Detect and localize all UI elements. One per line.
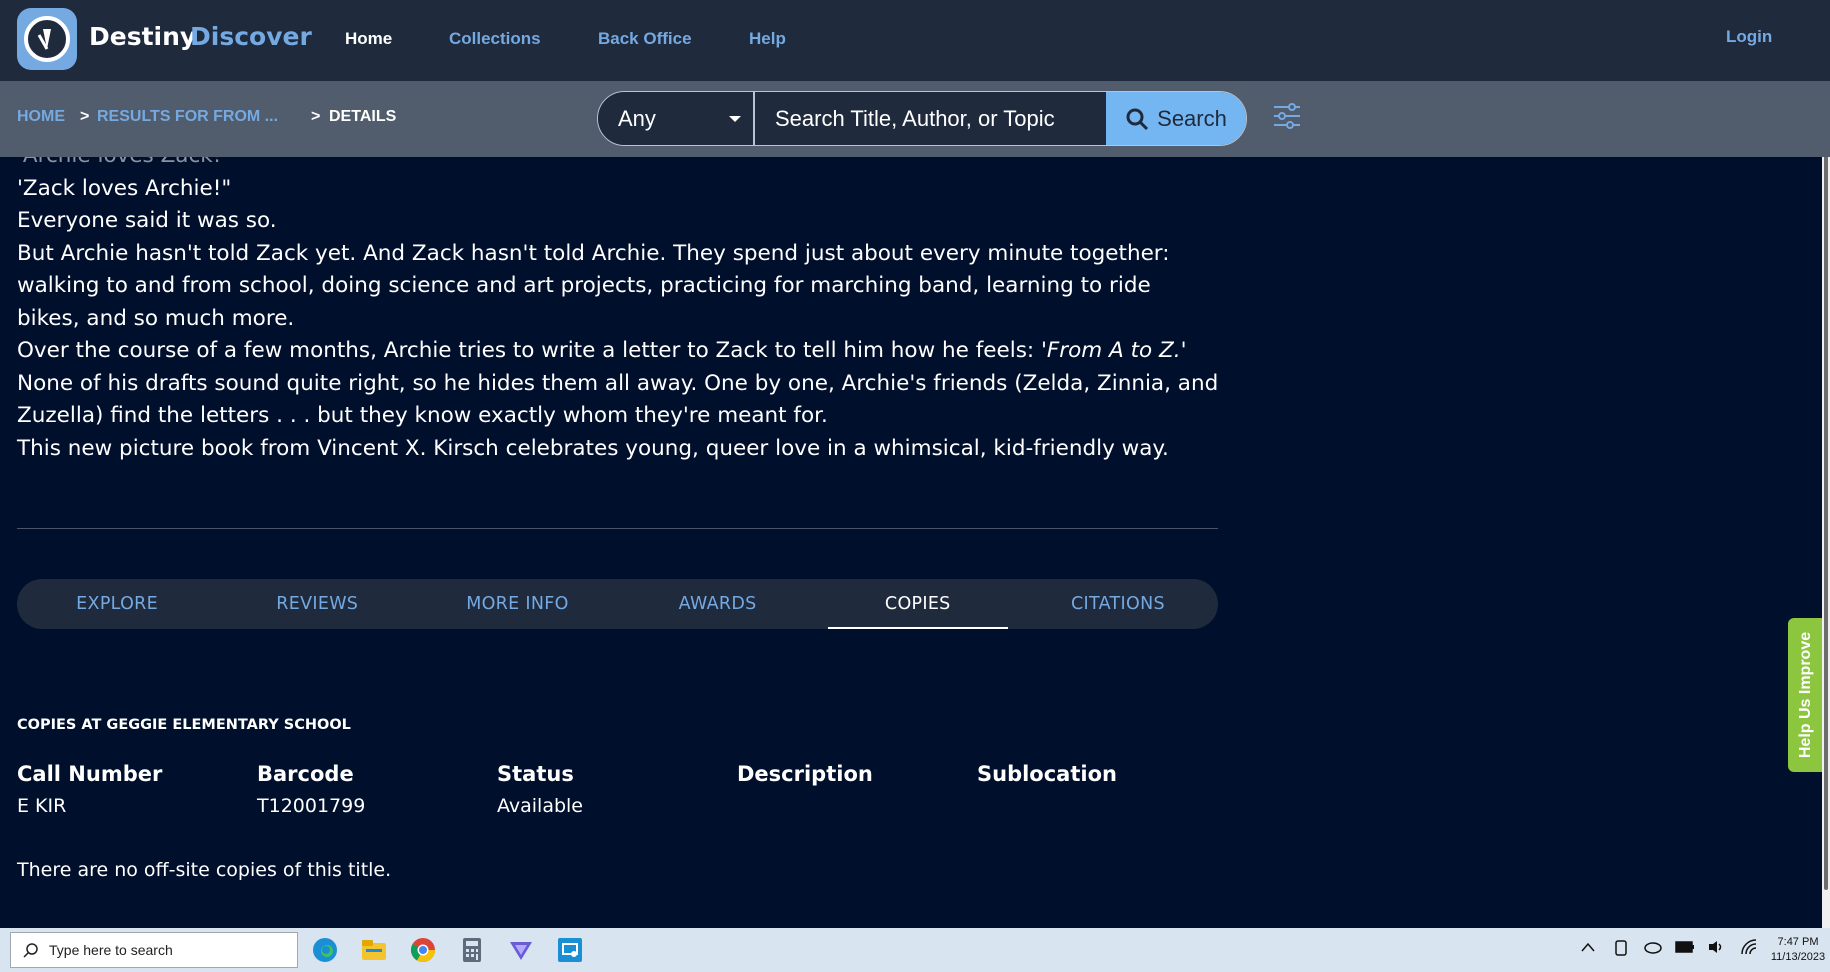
scrollbar-thumb[interactable] — [1824, 150, 1828, 890]
tab-awards[interactable]: AWARDS — [618, 579, 818, 629]
copy-call-number: E KIR — [17, 795, 67, 817]
taskbar-search-box[interactable]: Type here to search — [10, 932, 298, 968]
column-header-call-number: Call Number — [17, 762, 163, 786]
login-link[interactable]: Login — [1726, 27, 1772, 47]
tab-copies[interactable]: COPIES — [818, 579, 1018, 629]
help-us-improve-label: Help Us Improve — [1797, 631, 1815, 759]
search-input[interactable] — [753, 92, 1106, 145]
search-icon — [23, 943, 38, 958]
clock-date: 11/13/2023 — [1770, 951, 1826, 963]
volume-icon[interactable] — [1707, 939, 1725, 955]
filter-sliders-icon[interactable] — [1272, 101, 1302, 131]
description-line: None of his drafts sound quite right, so… — [17, 370, 1219, 396]
battery-icon[interactable] — [1675, 940, 1695, 954]
breadcrumb-separator-icon: > — [80, 108, 90, 125]
book-description: 'Archie loves Zack!' 'Zack loves Archie!… — [17, 140, 1219, 465]
brand-name-discover: Discover — [190, 22, 312, 51]
nav-help-link[interactable]: Help — [749, 29, 786, 49]
search-group: Any Search — [597, 91, 1247, 146]
remote-app-icon[interactable] — [556, 936, 584, 964]
clock-time: 7:47 PM — [1777, 936, 1819, 948]
taskbar-search-placeholder: Type here to search — [49, 942, 173, 958]
nav-collections-link[interactable]: Collections — [449, 29, 541, 49]
column-header-description: Description — [737, 762, 873, 786]
breadcrumb-home[interactable]: HOME — [17, 108, 65, 126]
nav-back-office-link[interactable]: Back Office — [598, 29, 692, 49]
search-button[interactable]: Search — [1106, 92, 1246, 145]
description-line: bikes, and so much more. — [17, 305, 295, 331]
breadcrumb-separator-icon: > — [311, 108, 321, 125]
copies-heading: COPIES AT GEGGIE ELEMENTARY SCHOOL — [17, 717, 351, 733]
description-line: But Archie hasn't told Zack yet. And Zac… — [17, 240, 1170, 266]
description-book-title: From A to Z. — [1046, 338, 1181, 363]
onedrive-icon[interactable] — [1643, 939, 1663, 955]
chrome-browser-icon[interactable] — [409, 936, 437, 964]
tab-reviews[interactable]: REVIEWS — [217, 579, 417, 629]
search-button-label: Search — [1157, 105, 1227, 131]
taskbar-clock[interactable]: 7:47 PM 11/13/2023 — [1770, 935, 1826, 965]
tab-explore[interactable]: EXPLORE — [17, 579, 217, 629]
copy-status: Available — [497, 795, 584, 817]
brand-name-destiny: Destiny — [89, 22, 197, 51]
description-line: Everyone said it was so. — [17, 208, 277, 233]
caret-down-icon — [729, 116, 741, 122]
breadcrumb-details: DETAILS — [329, 108, 397, 125]
device-icon[interactable] — [1614, 939, 1628, 957]
wifi-icon[interactable] — [1740, 939, 1758, 955]
breadcrumb-search-bar: HOME > RESULTS FOR FROM ... > DETAILS An… — [0, 81, 1830, 157]
file-explorer-icon[interactable] — [360, 936, 388, 964]
description-line: 'Zack loves Archie!" — [17, 175, 232, 201]
description-line: This new picture book from Vincent X. Ki… — [17, 435, 1169, 461]
tab-citations[interactable]: CITATIONS — [1018, 579, 1218, 629]
detail-tabs: EXPLORE REVIEWS MORE INFO AWARDS COPIES … — [17, 579, 1218, 629]
tab-more-info[interactable]: MORE INFO — [417, 579, 617, 629]
help-us-improve-button[interactable]: Help Us Improve — [1788, 618, 1824, 772]
copy-barcode: T12001799 — [257, 795, 366, 817]
description-text: ' — [1180, 338, 1187, 363]
search-scope-value: Any — [618, 105, 656, 131]
description-line: Over the course of a few months, Archie … — [17, 335, 1217, 368]
description-line: Zuzella) find the letters . . . but they… — [17, 403, 828, 428]
edge-browser-icon[interactable] — [311, 936, 339, 964]
destiny-logo-icon[interactable] — [17, 8, 77, 70]
search-scope-select[interactable]: Any — [598, 92, 753, 145]
offsite-copies-note: There are no off-site copies of this tit… — [17, 859, 392, 881]
vpn-app-icon[interactable] — [507, 936, 535, 964]
windows-taskbar: Type here to search — [0, 928, 1830, 972]
search-icon — [1126, 108, 1149, 130]
description-line: walking to and from school, doing scienc… — [17, 273, 1151, 298]
column-header-barcode: Barcode — [257, 762, 354, 786]
chevron-up-icon[interactable] — [1581, 942, 1595, 952]
section-divider — [17, 528, 1218, 529]
top-navigation: Destiny Discover Home Collections Back O… — [0, 0, 1830, 81]
nav-home-link[interactable]: Home — [345, 29, 392, 49]
breadcrumb-results[interactable]: RESULTS FOR FROM ... — [97, 108, 278, 126]
column-header-sublocation: Sublocation — [977, 762, 1117, 786]
calculator-icon[interactable] — [458, 936, 486, 964]
description-text: Over the course of a few months, Archie … — [17, 338, 1047, 363]
column-header-status: Status — [497, 762, 574, 786]
